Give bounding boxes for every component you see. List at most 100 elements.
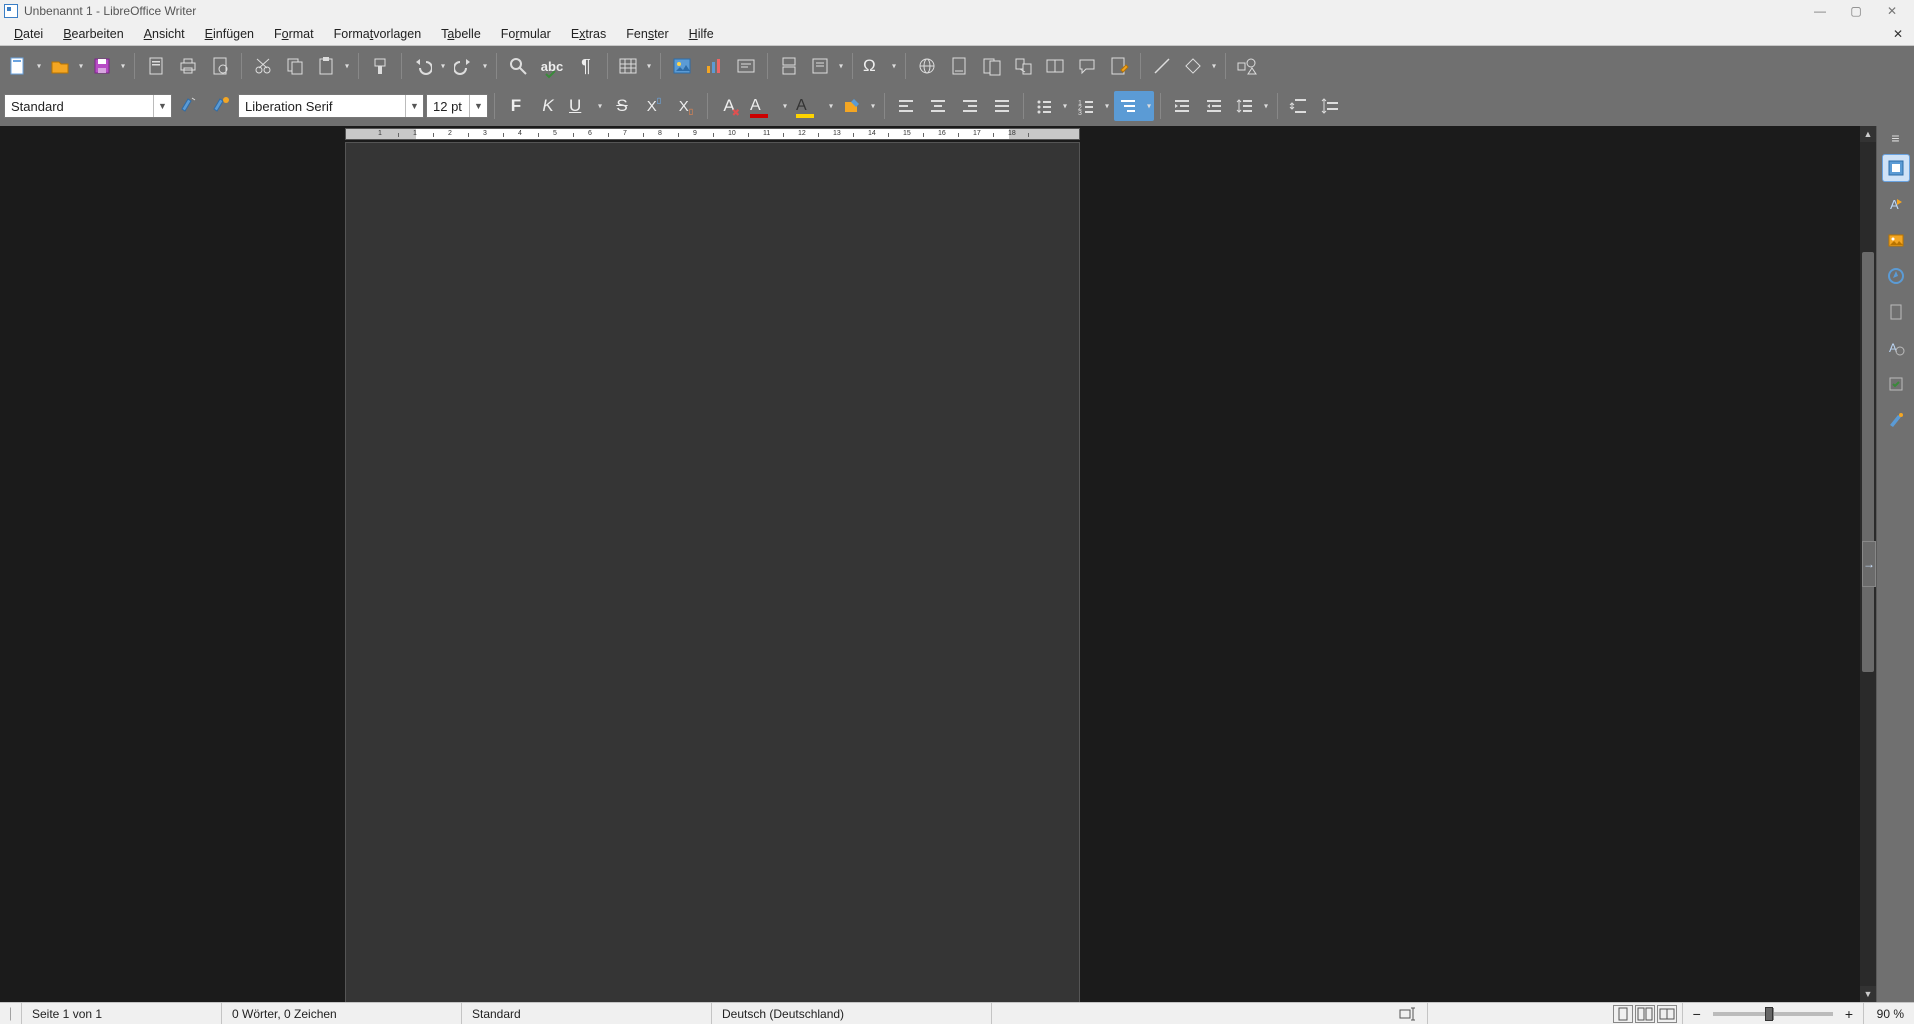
document-scroll-area[interactable] xyxy=(0,142,1860,1002)
bold-button[interactable]: F xyxy=(501,91,531,121)
align-center-button[interactable] xyxy=(923,91,953,121)
sidebar-accessibility-button[interactable] xyxy=(1882,406,1910,434)
menu-formatvorlagen[interactable]: Formatvorlagen xyxy=(324,22,432,45)
track-changes-button[interactable] xyxy=(1104,51,1134,81)
sidebar-settings-icon[interactable]: ≡ xyxy=(1891,130,1899,146)
number-list-button[interactable]: 123 xyxy=(1072,91,1112,121)
zoom-in-button[interactable]: + xyxy=(1841,1006,1857,1022)
sidebar-gallery-button[interactable] xyxy=(1882,226,1910,254)
underline-button[interactable]: U xyxy=(565,91,605,121)
menu-datei[interactable]: Datei xyxy=(4,22,53,45)
font-name-combo[interactable]: Liberation Serif ▼ xyxy=(238,94,424,118)
chevron-down-icon[interactable]: ▼ xyxy=(153,95,171,117)
superscript-button[interactable]: X▯ xyxy=(639,91,669,121)
basic-shapes-button[interactable] xyxy=(1179,51,1219,81)
zoom-percent-label[interactable]: 90 % xyxy=(1877,1007,1904,1021)
highlight-color-button[interactable]: A xyxy=(792,91,836,121)
close-document-button[interactable]: ✕ xyxy=(1886,22,1910,46)
paragraph-style-combo[interactable]: Standard ▼ xyxy=(4,94,172,118)
show-draw-functions-button[interactable] xyxy=(1232,51,1262,81)
print-preview-button[interactable] xyxy=(205,51,235,81)
sidebar-styles-button[interactable]: A xyxy=(1882,190,1910,218)
scroll-up-arrow-icon[interactable]: ▲ xyxy=(1860,126,1876,142)
insert-chart-button[interactable] xyxy=(699,51,729,81)
book-view-button[interactable] xyxy=(1657,1005,1677,1023)
insert-table-button[interactable] xyxy=(614,51,654,81)
zoom-slider[interactable] xyxy=(1713,1012,1833,1016)
outline-button[interactable] xyxy=(1114,91,1154,121)
menu-tabelle[interactable]: Tabelle xyxy=(431,22,491,45)
decrease-para-spacing-button[interactable] xyxy=(1316,91,1346,121)
maximize-button[interactable]: ▢ xyxy=(1838,0,1874,22)
horizontal-ruler[interactable]: 1123456789101112131415161718 xyxy=(0,126,1860,142)
chevron-down-icon[interactable]: ▼ xyxy=(405,95,423,117)
line-spacing-button[interactable] xyxy=(1231,91,1271,121)
single-page-view-button[interactable] xyxy=(1613,1005,1633,1023)
insert-line-button[interactable] xyxy=(1147,51,1177,81)
font-size-combo[interactable]: 12 pt ▼ xyxy=(426,94,488,118)
formatting-marks-button[interactable]: ¶ xyxy=(571,51,601,81)
strikethrough-button[interactable]: S xyxy=(607,91,637,121)
insert-image-button[interactable] xyxy=(667,51,697,81)
menu-hilfe[interactable]: Hilfe xyxy=(679,22,724,45)
insert-bookmark-button[interactable] xyxy=(976,51,1006,81)
insert-footnote-button[interactable] xyxy=(944,51,974,81)
update-style-button[interactable] xyxy=(174,91,204,121)
sidebar-navigator-button[interactable] xyxy=(1882,262,1910,290)
compare-document-button[interactable] xyxy=(1040,51,1070,81)
redo-button[interactable] xyxy=(450,51,490,81)
save-button[interactable] xyxy=(88,51,128,81)
bullet-list-button[interactable] xyxy=(1030,91,1070,121)
scroll-thumb[interactable] xyxy=(1862,252,1874,672)
save-status-icon[interactable] xyxy=(0,1003,22,1024)
font-color-button[interactable]: A xyxy=(746,91,790,121)
word-count-cell[interactable]: 0 Wörter, 0 Zeichen xyxy=(222,1003,462,1024)
menu-bearbeiten[interactable]: Bearbeiten xyxy=(53,22,133,45)
subscript-button[interactable]: X▯ xyxy=(671,91,701,121)
multi-page-view-button[interactable] xyxy=(1635,1005,1655,1023)
insert-cross-reference-button[interactable] xyxy=(1008,51,1038,81)
insert-field-button[interactable] xyxy=(806,51,846,81)
sidebar-style-inspector-button[interactable]: A xyxy=(1882,334,1910,362)
zoom-out-button[interactable]: − xyxy=(1689,1006,1705,1022)
paste-button[interactable] xyxy=(312,51,352,81)
language-cell[interactable]: Deutsch (Deutschland) xyxy=(712,1003,992,1024)
spellcheck-button[interactable]: abc xyxy=(535,51,569,81)
menu-extras[interactable]: Extras xyxy=(561,22,616,45)
sidebar-manage-changes-button[interactable] xyxy=(1882,370,1910,398)
italic-button[interactable]: K xyxy=(533,91,563,121)
minimize-button[interactable]: — xyxy=(1802,0,1838,22)
cut-button[interactable] xyxy=(248,51,278,81)
sidebar-expand-handle[interactable]: → xyxy=(1862,541,1876,587)
chevron-down-icon[interactable]: ▼ xyxy=(469,95,487,117)
insert-textbox-button[interactable] xyxy=(731,51,761,81)
char-highlight-button[interactable] xyxy=(838,91,878,121)
clone-formatting-button[interactable] xyxy=(365,51,395,81)
page-style-cell[interactable]: Standard xyxy=(462,1003,712,1024)
insert-page-break-button[interactable] xyxy=(774,51,804,81)
page-1[interactable] xyxy=(345,142,1080,1002)
sidebar-page-button[interactable] xyxy=(1882,298,1910,326)
copy-button[interactable] xyxy=(280,51,310,81)
insert-hyperlink-button[interactable] xyxy=(912,51,942,81)
increase-para-spacing-button[interactable] xyxy=(1284,91,1314,121)
new-button[interactable] xyxy=(4,51,44,81)
new-style-button[interactable] xyxy=(206,91,236,121)
align-justify-button[interactable] xyxy=(987,91,1017,121)
insert-special-char-button[interactable]: Ω xyxy=(859,51,899,81)
menu-ansicht[interactable]: Ansicht xyxy=(134,22,195,45)
menu-einfuegen[interactable]: Einfügen xyxy=(195,22,264,45)
decrease-indent-button[interactable] xyxy=(1199,91,1229,121)
clear-formatting-button[interactable]: A✖ xyxy=(714,91,744,121)
print-button[interactable] xyxy=(173,51,203,81)
insert-mode-cell[interactable] xyxy=(992,1003,1428,1024)
close-button[interactable]: ✕ xyxy=(1874,0,1910,22)
scroll-down-arrow-icon[interactable]: ▼ xyxy=(1860,986,1876,1002)
align-right-button[interactable] xyxy=(955,91,985,121)
menu-format[interactable]: Format xyxy=(264,22,324,45)
insert-comment-button[interactable] xyxy=(1072,51,1102,81)
export-pdf-button[interactable] xyxy=(141,51,171,81)
menu-formular[interactable]: Formular xyxy=(491,22,561,45)
align-left-button[interactable] xyxy=(891,91,921,121)
page-number-cell[interactable]: Seite 1 von 1 xyxy=(22,1003,222,1024)
